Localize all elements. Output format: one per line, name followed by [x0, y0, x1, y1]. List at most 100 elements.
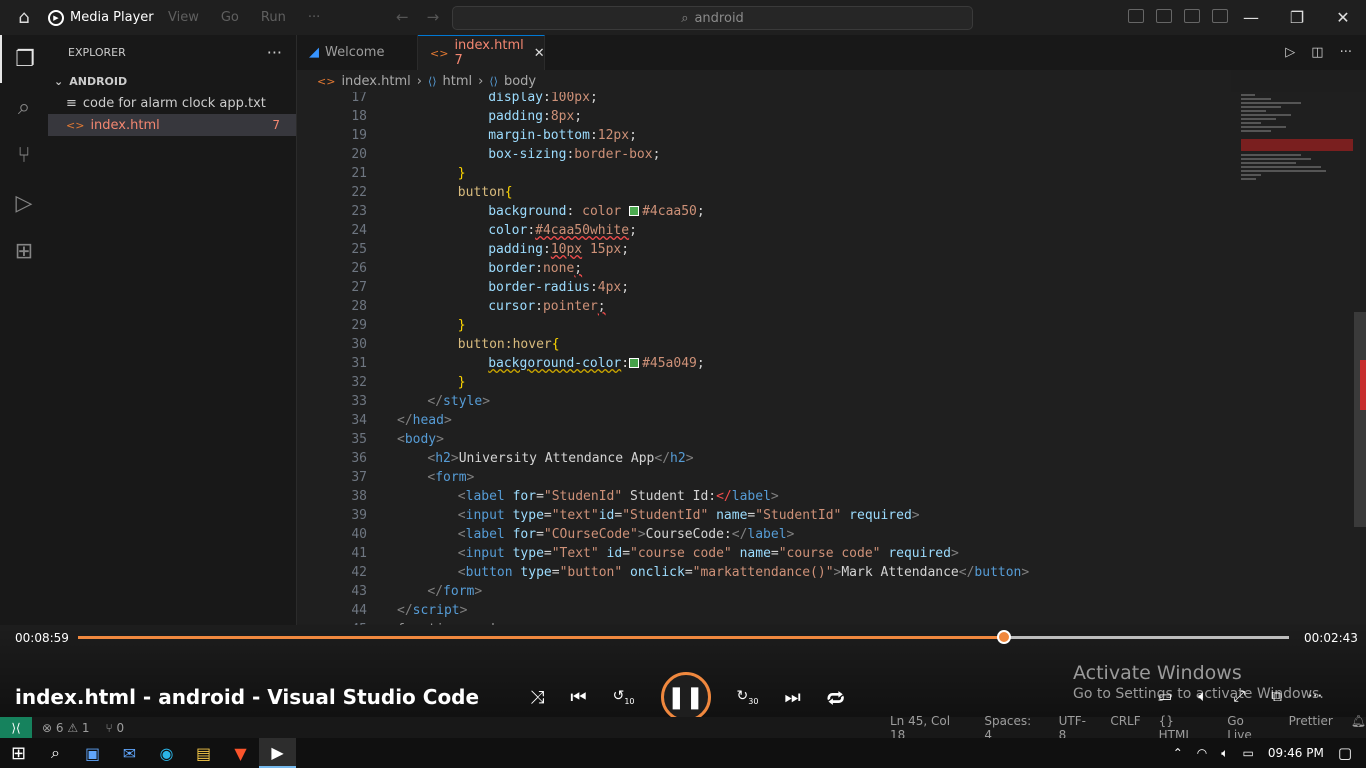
search-icon[interactable]: ⌕ — [0, 83, 48, 131]
code-text: padding:8px; — [488, 109, 583, 124]
shuffle-icon[interactable]: ⤨ — [530, 687, 544, 708]
command-center-search[interactable]: ⌕ android — [452, 6, 973, 30]
code-line[interactable]: 21} — [297, 164, 1231, 183]
code-line[interactable]: 39 <input type="text"id="StudentId" name=… — [297, 506, 1231, 525]
notification-center-icon[interactable]: ▢ — [1338, 744, 1352, 762]
problems-indicator[interactable]: ⊗ 6 ⚠ 1 — [42, 721, 90, 735]
subtitles-icon[interactable]: ▭ — [1158, 687, 1172, 705]
code-line[interactable]: 35 <body> — [297, 430, 1231, 449]
extensions-icon[interactable]: ⊞ — [0, 227, 48, 275]
code-line[interactable]: 25 padding:10px 15px; — [297, 240, 1231, 259]
file-item-index-html[interactable]: <> index.html 7 — [48, 114, 296, 136]
remote-indicator-icon[interactable]: ⟩⟨ — [0, 717, 32, 738]
close-icon[interactable]: ✕ — [1320, 0, 1366, 35]
file-explorer-icon[interactable]: ▤ — [185, 738, 222, 768]
search-icon[interactable]: ⌕ — [37, 738, 74, 768]
repeat-icon[interactable]: 🔁︎ — [827, 684, 845, 711]
file-item-alarm-txt[interactable]: ≡ code for alarm clock app.txt — [48, 92, 296, 114]
tab-welcome[interactable]: ◢ Welcome — [297, 35, 418, 70]
menu-item-view[interactable]: View — [168, 10, 199, 25]
breadcrumb-html[interactable]: html — [443, 74, 473, 89]
previous-icon[interactable]: ⏮ — [570, 687, 586, 708]
code-line[interactable]: 19 margin-bottom:12px; — [297, 126, 1231, 145]
split-editor-icon[interactable]: ◫ — [1311, 45, 1323, 60]
code-line[interactable]: 44 </script> — [297, 601, 1231, 620]
menu-item-go[interactable]: Go — [221, 10, 239, 25]
code-line[interactable]: 36 <h2>University Attendance App</h2> — [297, 449, 1231, 468]
menu-item-run[interactable]: Run — [261, 10, 286, 25]
editor-scrollbar[interactable] — [1354, 312, 1366, 527]
seek-bar[interactable] — [78, 630, 1289, 644]
code-line[interactable]: 18 padding:8px; — [297, 107, 1231, 126]
code-text: border:none; — [488, 261, 583, 276]
brave-icon[interactable]: ▼ — [222, 738, 259, 768]
toggle-secondary-sidebar-icon[interactable] — [1184, 9, 1200, 23]
forward-arrow-icon[interactable]: → — [427, 8, 440, 26]
source-control-icon[interactable]: ⑂ — [0, 131, 48, 179]
code-line[interactable]: 29} — [297, 316, 1231, 335]
menu-item-more[interactable]: ··· — [308, 10, 320, 25]
line-number: 33 — [351, 394, 367, 409]
code-line[interactable]: 22 button{ — [297, 183, 1231, 202]
customize-layout-icon[interactable] — [1212, 9, 1228, 23]
skip-back-icon[interactable]: ↺10 — [613, 688, 635, 706]
code-text: </form> — [427, 584, 483, 599]
code-line[interactable]: 34 </head> — [297, 411, 1231, 430]
toggle-panel-icon[interactable] — [1156, 9, 1172, 23]
code-line[interactable]: 31 backgoround-color: #45a049; — [297, 354, 1231, 373]
code-editor[interactable]: 17 display:100px; 18 padding:8px; 19 margin-b… — [297, 92, 1231, 625]
code-line[interactable]: 30 button:hover{ — [297, 335, 1231, 354]
chevron-up-icon[interactable]: ⌃ — [1173, 746, 1183, 760]
edge-icon[interactable]: ◉ — [148, 738, 185, 768]
start-icon[interactable]: ⊞ — [0, 738, 37, 768]
wifi-icon[interactable]: ◠ — [1197, 746, 1207, 760]
code-line[interactable]: 26 border:none; — [297, 259, 1231, 278]
breadcrumb-body[interactable]: body — [504, 74, 536, 89]
battery-icon[interactable]: ▭ — [1242, 746, 1253, 760]
back-arrow-icon[interactable]: ← — [396, 8, 409, 26]
volume-icon[interactable]: 🔈︎ — [1198, 687, 1207, 705]
run-debug-icon[interactable]: ▷ — [0, 179, 48, 227]
code-line[interactable]: 32} — [297, 373, 1231, 392]
fullscreen-icon[interactable]: ⤢ — [1233, 687, 1245, 705]
code-line[interactable]: 41 <input type="Text" id="course code" na… — [297, 544, 1231, 563]
code-line[interactable]: 43 </form> — [297, 582, 1231, 601]
code-line[interactable]: 24 color:#4caa50white; — [297, 221, 1231, 240]
more-actions-icon[interactable]: ··· — [1340, 45, 1352, 60]
code-line[interactable]: 37 <form> — [297, 468, 1231, 487]
code-line[interactable]: 17 display:100px; — [297, 92, 1231, 107]
explorer-icon[interactable]: ❐ — [0, 35, 48, 83]
code-line[interactable]: 40 <label for="COurseCode">CourseCode:</l… — [297, 525, 1231, 544]
skip-forward-icon[interactable]: ↻30 — [737, 688, 759, 706]
home-icon[interactable]: ⌂ — [0, 0, 48, 35]
media-player-taskbar-icon[interactable]: ▶ — [259, 738, 296, 768]
close-tab-icon[interactable]: ✕ — [534, 46, 545, 61]
minimize-icon[interactable]: — — [1228, 0, 1274, 35]
tab-index-html[interactable]: <> index.html 7 ✕ — [418, 35, 545, 70]
problem-count-badge: 7 — [272, 118, 280, 132]
clock[interactable]: 09:46 PM — [1268, 746, 1324, 760]
code-line[interactable]: 28 cursor:pointer; — [297, 297, 1231, 316]
folder-android[interactable]: ⌄ ANDROID — [48, 70, 296, 92]
next-icon[interactable]: ⏭ — [784, 687, 800, 708]
pause-button[interactable]: ❚❚ — [660, 672, 711, 722]
code-line[interactable]: 23 background: color #4caa50; — [297, 202, 1231, 221]
mini-player-icon[interactable]: ⧉ — [1271, 687, 1282, 705]
volume-icon[interactable]: 🔈︎ — [1221, 746, 1228, 761]
code-line[interactable]: 33 </style> — [297, 392, 1231, 411]
line-number: 39 — [351, 508, 367, 523]
ports-indicator[interactable]: ⑂ 0 — [106, 721, 125, 735]
breadcrumb-file[interactable]: index.html — [341, 74, 410, 89]
more-options-icon[interactable]: ··· — [1308, 687, 1322, 705]
store-icon[interactable]: ▣ — [74, 738, 111, 768]
code-line[interactable]: 42 <button type="button" onclick="markatt… — [297, 563, 1231, 582]
toggle-sidebar-icon[interactable] — [1128, 9, 1144, 23]
restore-icon[interactable]: ❐ — [1274, 0, 1320, 35]
more-actions-icon[interactable]: ··· — [267, 43, 282, 62]
mail-icon[interactable]: ✉ — [111, 738, 148, 768]
code-line[interactable]: 20 box-sizing:border-box; — [297, 145, 1231, 164]
minimap[interactable] — [1231, 92, 1366, 625]
code-line[interactable]: 27 border-radius:4px; — [297, 278, 1231, 297]
run-icon[interactable]: ▷ — [1285, 45, 1295, 60]
code-line[interactable]: 38 <label for="StudenId" Student Id:</lab… — [297, 487, 1231, 506]
